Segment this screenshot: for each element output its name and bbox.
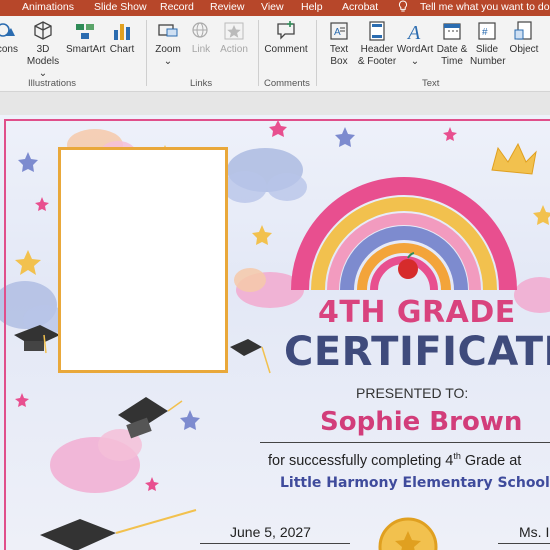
photo-placeholder[interactable] [58, 147, 228, 373]
zoom-icon [158, 24, 178, 37]
lightbulb-icon [398, 0, 408, 12]
object-icon [514, 21, 532, 40]
header-footer-label-1: Header [360, 44, 394, 55]
presented-to-label[interactable]: PRESENTED TO: [356, 385, 468, 401]
completion-text[interactable]: for successfully completing 4th Grade at [268, 451, 521, 469]
smartart-label: SmartArt [66, 44, 106, 55]
date-time-button[interactable]: Date & Time [436, 20, 468, 68]
svg-text:A: A [334, 27, 341, 38]
certificate-slide[interactable]: 4TH GRADE CERTIFICATE PRESENTED TO: Soph… [0, 115, 550, 550]
insert-ribbon: Icons 3D Models ⌄ SmartArt Chart Illustr… [0, 16, 550, 92]
smartart-button[interactable]: SmartArt [66, 20, 106, 56]
zoom-button[interactable]: Zoom ⌄ [152, 20, 184, 68]
cube-icon [34, 21, 52, 40]
text-box-icon: A [330, 22, 348, 40]
link-button[interactable]: Link [188, 20, 214, 56]
comment-button[interactable]: Comment [262, 20, 310, 56]
slide-workspace: 4TH GRADE CERTIFICATE PRESENTED TO: Soph… [0, 93, 550, 550]
group-separator [258, 20, 259, 86]
wordart-button[interactable]: A WordArt ⌄ [396, 20, 434, 68]
link-label: Link [191, 44, 211, 55]
bar-chart-icon [114, 24, 130, 40]
action-label: Action [220, 44, 248, 55]
award-date[interactable]: June 5, 2027 [230, 524, 311, 540]
completion-prefix: for successfully completing 4 [268, 452, 454, 469]
3d-models-button[interactable]: 3D Models ⌄ [24, 20, 62, 80]
tab-review[interactable]: Review [210, 1, 244, 13]
header-footer-button[interactable]: Header & Footer [356, 20, 398, 68]
object-label: Object [509, 44, 539, 55]
text-box-label-2: Box [330, 56, 348, 67]
icons-icon [0, 23, 15, 37]
tell-me-search[interactable]: Tell me what you want to do [420, 1, 550, 13]
certificate-grade[interactable]: 4TH GRADE [318, 295, 516, 330]
globe-link-icon [192, 22, 208, 38]
ribbon-tab-bar: Animations Slide Show Record Review View… [0, 0, 550, 16]
slide-number-label-2: Number [470, 56, 506, 67]
group-label-comments: Comments [264, 78, 310, 89]
school-name[interactable]: Little Harmony Elementary School [280, 475, 550, 491]
header-footer-label-2: & Footer [357, 56, 397, 67]
signature-underline [498, 543, 550, 544]
calendar-icon [443, 23, 461, 40]
tab-view[interactable]: View [261, 1, 284, 13]
completion-suffix: Grade at [460, 452, 522, 469]
tab-record[interactable]: Record [160, 1, 194, 13]
slide-number-button[interactable]: # Slide Number [470, 20, 506, 68]
chevron-down-icon: ⌄ [410, 56, 420, 67]
tab-help[interactable]: Help [301, 1, 323, 13]
certificate-title[interactable]: CERTIFICATE [284, 329, 550, 375]
tab-slide-show[interactable]: Slide Show [94, 1, 147, 13]
group-separator [316, 20, 317, 86]
slide-number-icon: # [478, 22, 496, 40]
recipient-name[interactable]: Sophie Brown [320, 407, 522, 437]
date-underline [200, 543, 350, 544]
action-button[interactable]: Action [218, 20, 250, 56]
icons-label: Icons [0, 44, 18, 55]
object-button[interactable]: Object [508, 20, 540, 56]
comment-icon [277, 21, 295, 40]
name-underline [260, 442, 550, 443]
slide-number-label-1: Slide [475, 44, 499, 55]
star-action-icon [224, 22, 244, 40]
text-box-label-1: Text [329, 44, 349, 55]
3d-label-2: Models [26, 56, 60, 67]
group-label-illustrations: Illustrations [28, 78, 77, 89]
date-time-label-1: Date & [436, 44, 468, 55]
svg-text:#: # [482, 27, 488, 38]
chart-button[interactable]: Chart [108, 20, 136, 56]
text-box-button[interactable]: A Text Box [324, 20, 354, 68]
group-separator [146, 20, 147, 86]
icons-button[interactable]: Icons [0, 20, 18, 56]
comment-label: Comment [264, 44, 308, 55]
header-footer-icon [369, 21, 385, 41]
tab-animations[interactable]: Animations [22, 1, 74, 13]
3d-label-1: 3D [36, 44, 50, 55]
chart-label: Chart [109, 44, 135, 55]
completion-ordinal: th [453, 451, 461, 461]
chevron-down-icon: ⌄ [163, 56, 173, 67]
group-label-links: Links [190, 78, 213, 89]
smartart-icon [76, 24, 94, 39]
wordart-label: WordArt [396, 44, 434, 55]
zoom-label: Zoom [155, 44, 181, 55]
group-label-text: Text [422, 78, 440, 89]
svg-text:A: A [406, 22, 421, 42]
tab-acrobat[interactable]: Acrobat [342, 1, 378, 13]
signer-name[interactable]: Ms. I [519, 524, 549, 540]
wordart-icon: A [406, 22, 421, 42]
date-time-label-2: Time [441, 56, 463, 67]
